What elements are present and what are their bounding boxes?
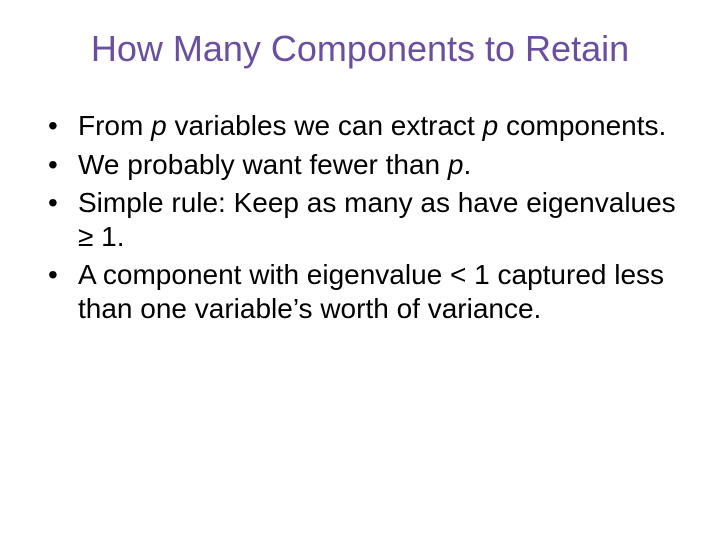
- bullet-text: components.: [498, 110, 666, 141]
- bullet-text: .: [463, 149, 471, 180]
- bullet-text: variables we can extract: [167, 110, 483, 141]
- slide-title: How Many Components to Retain: [30, 28, 690, 69]
- italic-var: p: [448, 149, 464, 180]
- bullet-text: Simple rule: Keep as many as have eigenv…: [78, 187, 676, 218]
- list-item: We probably want fewer than p.: [48, 148, 690, 182]
- list-item: Simple rule: Keep as many as have eigenv…: [48, 186, 690, 254]
- bullet-text: 1.: [93, 221, 124, 252]
- bullet-text: A component with eigenvalue < 1 captured…: [78, 259, 664, 324]
- list-item: From p variables we can extract p compon…: [48, 109, 690, 143]
- bullet-text: From: [78, 110, 151, 141]
- italic-var: p: [151, 110, 167, 141]
- slide: How Many Components to Retain From p var…: [0, 0, 720, 540]
- italic-var: p: [483, 110, 499, 141]
- bullet-list: From p variables we can extract p compon…: [30, 109, 690, 326]
- bullet-text: We probably want fewer than: [78, 149, 448, 180]
- list-item: A component with eigenvalue < 1 captured…: [48, 258, 690, 326]
- geq-symbol: ≥: [78, 221, 93, 252]
